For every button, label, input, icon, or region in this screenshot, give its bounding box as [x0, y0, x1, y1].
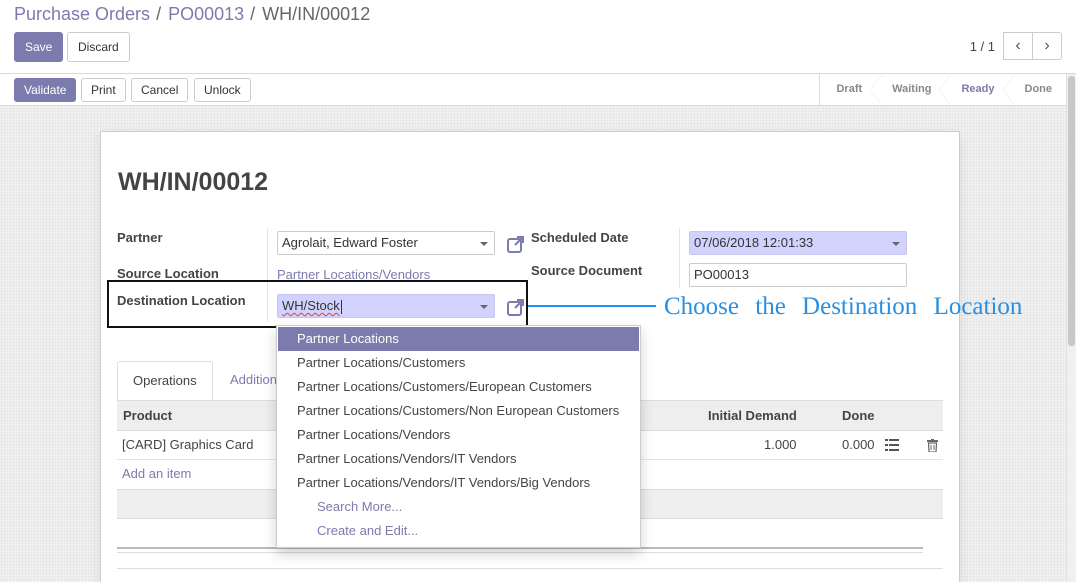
- scheduled-date-field[interactable]: 07/06/2018 12:01:33: [689, 231, 907, 255]
- status-stages: Draft Waiting Ready Done: [819, 74, 1066, 105]
- chevron-down-icon[interactable]: [480, 242, 488, 246]
- stage-done: Done: [1024, 83, 1053, 95]
- statusbar: Validate Print Cancel Unlock Draft Waiti…: [0, 74, 1066, 106]
- annotation-connector: [528, 305, 656, 307]
- dropdown-option[interactable]: Partner Locations: [278, 327, 639, 351]
- add-item-link[interactable]: Add an item: [122, 466, 191, 481]
- search-more-option[interactable]: Search More...: [277, 495, 640, 519]
- partner-value: Agrolait, Edward Foster: [282, 235, 418, 250]
- validate-button[interactable]: Validate: [14, 78, 77, 102]
- source-document-value: PO00013: [694, 267, 749, 282]
- dropdown-option[interactable]: Partner Locations/Vendors: [277, 423, 640, 447]
- sheet-divider: [117, 568, 943, 569]
- pager: 1 / 1 ‹ ›: [970, 32, 1062, 60]
- chevron-down-icon[interactable]: [892, 242, 900, 246]
- pager-previous-button[interactable]: ‹: [1003, 32, 1033, 60]
- breadcrumb: Purchase Orders / PO00013 / WH/IN/00012: [14, 4, 370, 25]
- stage-ready: Ready: [945, 74, 1015, 105]
- external-link-icon[interactable]: [506, 234, 526, 254]
- print-button[interactable]: Print: [81, 78, 126, 102]
- header-initial-demand[interactable]: Initial Demand: [708, 408, 797, 423]
- dropdown-option[interactable]: Partner Locations/Vendors/IT Vendors/Big…: [277, 471, 640, 495]
- pager-value[interactable]: 1 / 1: [970, 39, 995, 54]
- header-product[interactable]: Product: [123, 408, 172, 423]
- dropdown-option[interactable]: Partner Locations/Customers/European Cus…: [277, 375, 640, 399]
- cell-done[interactable]: 0.000: [842, 437, 875, 452]
- cell-initial-demand[interactable]: 1.000: [764, 437, 797, 452]
- unlock-button[interactable]: Unlock: [194, 78, 251, 102]
- partner-field[interactable]: Agrolait, Edward Foster: [277, 231, 495, 255]
- source-document-field[interactable]: PO00013: [689, 263, 907, 287]
- breadcrumb-purchase-orders[interactable]: Purchase Orders: [14, 4, 150, 24]
- list-detail-icon[interactable]: [885, 439, 899, 451]
- create-and-edit-option[interactable]: Create and Edit...: [277, 519, 640, 543]
- dropdown-option[interactable]: Partner Locations/Customers: [277, 351, 640, 375]
- save-button[interactable]: Save: [14, 32, 64, 62]
- source-location-label: Source Location: [117, 266, 219, 281]
- destination-location-dropdown: Partner Locations Partner Locations/Cust…: [276, 325, 641, 548]
- partner-label: Partner: [117, 230, 163, 245]
- breadcrumb-current: WH/IN/00012: [262, 4, 371, 24]
- scrollbar-thumb[interactable]: [1068, 76, 1075, 346]
- stage-draft: Draft: [820, 74, 882, 105]
- tab-operations[interactable]: Operations: [117, 361, 213, 401]
- scheduled-date-value: 07/06/2018 12:01:33: [694, 235, 814, 250]
- cell-product[interactable]: [CARD] Graphics Card: [122, 437, 253, 452]
- chevron-right-icon: ›: [1044, 37, 1050, 54]
- breadcrumb-po[interactable]: PO00013: [168, 4, 244, 24]
- scheduled-date-label: Scheduled Date: [531, 230, 629, 245]
- dropdown-option[interactable]: Partner Locations/Vendors/IT Vendors: [277, 447, 640, 471]
- stage-waiting: Waiting: [876, 74, 952, 105]
- header-done[interactable]: Done: [842, 408, 875, 423]
- source-document-label: Source Document: [531, 263, 643, 278]
- discard-button[interactable]: Discard: [67, 32, 130, 62]
- label-divider: [679, 228, 680, 288]
- pager-next-button[interactable]: ›: [1032, 32, 1062, 60]
- page-title: WH/IN/00012: [118, 168, 269, 196]
- chevron-left-icon: ‹: [1015, 37, 1021, 54]
- annotation-highlight-box: [107, 280, 528, 328]
- cancel-button[interactable]: Cancel: [131, 78, 189, 102]
- breadcrumb-separator: /: [245, 4, 261, 24]
- dropdown-option[interactable]: Partner Locations/Customers/Non European…: [277, 399, 640, 423]
- breadcrumb-separator: /: [151, 4, 167, 24]
- annotation-text: Choose the Destination Location: [664, 293, 1023, 320]
- control-panel: Purchase Orders / PO00013 / WH/IN/00012 …: [0, 0, 1076, 74]
- trash-icon[interactable]: [927, 439, 938, 452]
- page-scrollbar[interactable]: [1066, 74, 1076, 582]
